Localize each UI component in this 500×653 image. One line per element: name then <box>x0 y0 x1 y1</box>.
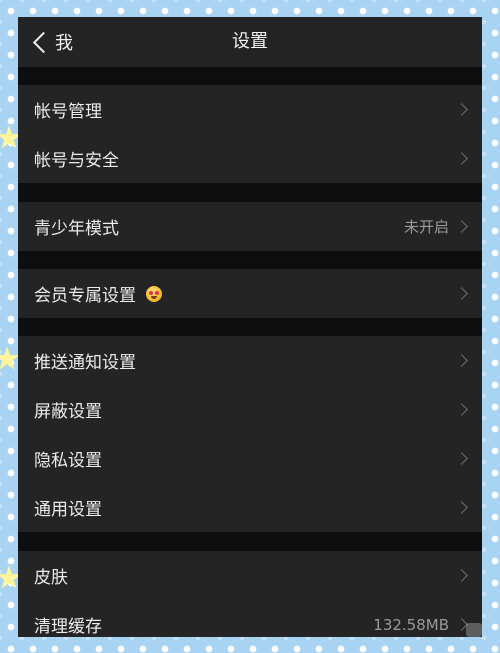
settings-item-member-settings[interactable]: 会员专属设置 <box>18 269 482 318</box>
settings-group-appearance: 皮肤 清理缓存 132.58MB <box>18 551 482 637</box>
back-label: 我 <box>55 33 73 54</box>
settings-item-label: 屏蔽设置 <box>34 402 102 422</box>
watermark-logo <box>466 623 482 637</box>
crown-face-emoji-icon <box>146 285 162 302</box>
settings-item-privacy-settings[interactable]: 隐私设置 <box>18 434 482 483</box>
settings-item-push-notifications[interactable]: 推送通知设置 <box>18 336 482 385</box>
settings-item-block-settings[interactable]: 屏蔽设置 <box>18 385 482 434</box>
page-title: 设置 <box>232 31 268 52</box>
settings-item-account-management[interactable]: 帐号管理 <box>18 85 482 134</box>
youth-mode-status: 未开启 <box>403 218 449 236</box>
settings-item-label: 推送通知设置 <box>34 353 136 373</box>
settings-item-label: 帐号与安全 <box>34 151 119 171</box>
settings-item-label: 青少年模式 <box>34 219 119 239</box>
settings-group-membership: 会员专属设置 <box>18 269 482 318</box>
settings-item-general-settings[interactable]: 通用设置 <box>18 483 482 532</box>
settings-item-label: 隐私设置 <box>34 451 102 471</box>
settings-item-youth-mode[interactable]: 青少年模式 未开启 <box>18 202 482 251</box>
chevron-right-icon <box>455 287 468 300</box>
settings-item-label: 通用设置 <box>34 500 102 520</box>
chevron-left-icon <box>32 31 55 53</box>
settings-item-clear-cache[interactable]: 清理缓存 132.58MB <box>18 600 482 637</box>
settings-group-account: 帐号管理 帐号与安全 <box>18 85 482 183</box>
settings-group-general: 推送通知设置 屏蔽设置 隐私设置 通用设置 <box>18 336 482 532</box>
chevron-right-icon <box>455 501 468 514</box>
chevron-right-icon <box>455 220 468 233</box>
back-button[interactable]: 我 <box>30 29 73 55</box>
chevron-right-icon <box>455 354 468 367</box>
settings-item-label: 会员专属设置 <box>34 286 136 306</box>
phone-screen: 我 设置 帐号管理 帐号与安全 青少年模式 未开启 会员专属设置 推送通知设置 … <box>18 17 482 637</box>
settings-item-label: 清理缓存 <box>34 617 102 637</box>
chevron-right-icon <box>455 569 468 582</box>
navigation-bar: 我 设置 <box>18 17 482 67</box>
settings-item-skin[interactable]: 皮肤 <box>18 551 482 600</box>
settings-group-youth: 青少年模式 未开启 <box>18 202 482 251</box>
chevron-right-icon <box>455 403 468 416</box>
settings-item-label: 皮肤 <box>34 568 68 588</box>
settings-item-account-security[interactable]: 帐号与安全 <box>18 134 482 183</box>
frame-star-decoration <box>0 346 20 370</box>
chevron-right-icon <box>455 452 468 465</box>
cache-size-value: 132.58MB <box>373 615 449 634</box>
settings-item-label: 帐号管理 <box>34 102 102 122</box>
chevron-right-icon <box>455 103 468 116</box>
chevron-right-icon <box>455 152 468 165</box>
